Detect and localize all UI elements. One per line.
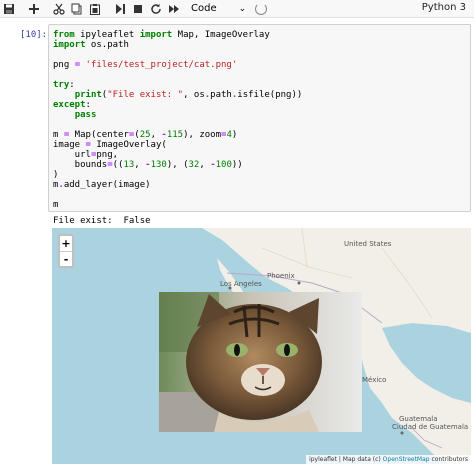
- chevron-down-icon: ⌄: [238, 3, 247, 14]
- zoom-control: + -: [58, 234, 74, 268]
- map-attribution: ipyleaflet | Map data (c) OpenStreetMap …: [306, 455, 471, 464]
- openstreetmap-link[interactable]: OpenStreetMap: [383, 456, 430, 463]
- code-line: url=png,: [53, 150, 119, 160]
- code-line: pass: [74, 110, 97, 120]
- restart-icon: [150, 3, 161, 14]
- cell-type-select[interactable]: Code ⌄: [191, 1, 246, 17]
- restart-run-all-icon: [168, 4, 179, 13]
- cell-type-label: Code: [191, 3, 217, 14]
- cut-button[interactable]: [50, 1, 67, 17]
- code-line: m: [53, 200, 59, 210]
- code-line: print("File exist: ", os.path.isfile(png…: [74, 90, 303, 100]
- code-line: import os.path: [53, 40, 129, 50]
- code-text: from ipyleaflet import Map, ImageOverlay…: [53, 30, 302, 210]
- cut-icon: [52, 3, 65, 15]
- cat-image-overlay: [159, 292, 362, 432]
- notebook-toolbar: Code ⌄ Python 3: [0, 0, 474, 18]
- paste-icon: [89, 3, 100, 15]
- cell-prompt: [10]:: [20, 30, 48, 40]
- stop-button[interactable]: [129, 1, 146, 17]
- map-label-united-states: United States: [344, 240, 392, 248]
- attribution-prefix: ipyleaflet | Map data (c): [309, 456, 383, 463]
- paste-button[interactable]: [86, 1, 103, 17]
- map-label-phoenix: Phoenix: [267, 272, 295, 280]
- run-button[interactable]: [111, 1, 128, 17]
- zoom-in-button[interactable]: +: [60, 236, 72, 251]
- code-line: image = ImageOverlay(: [53, 140, 167, 150]
- code-cell-editor[interactable]: from ipyleaflet import Map, ImageOverlay…: [48, 24, 471, 212]
- save-icon: [3, 3, 14, 14]
- add-cell-icon: [28, 3, 39, 14]
- cell-output-text: File exist: False: [53, 216, 151, 226]
- run-icon: [115, 3, 125, 14]
- restart-button[interactable]: [147, 1, 164, 17]
- leaflet-map[interactable]: United States Phoenix Los Angeles México…: [52, 228, 471, 464]
- restart-run-all-button[interactable]: [165, 1, 182, 17]
- code-line: png = 'files/test_project/cat.png': [53, 60, 238, 70]
- code-line: bounds=((13, -130), (32, -100)): [53, 160, 243, 170]
- code-line: ): [53, 170, 59, 180]
- cat-image: [159, 292, 362, 432]
- kernel-status-icon: [255, 2, 267, 15]
- code-line: m = Map(center=(25, -115), zoom=4): [53, 130, 238, 140]
- code-line: m.add_layer(image): [53, 180, 151, 190]
- copy-button[interactable]: [68, 1, 85, 17]
- map-label-mexico: México: [362, 376, 387, 384]
- map-label-city-guatemala: Ciudad de Guatemala: [392, 423, 469, 431]
- stop-icon: [133, 4, 142, 13]
- code-line: except:: [53, 100, 91, 110]
- copy-icon: [71, 3, 81, 14]
- code-line: try:: [53, 80, 75, 90]
- kernel-name[interactable]: Python 3: [422, 2, 466, 13]
- zoom-out-button[interactable]: -: [60, 251, 72, 266]
- add-cell-button[interactable]: [25, 1, 42, 17]
- code-line: from ipyleaflet import Map, ImageOverlay: [53, 30, 270, 40]
- save-button[interactable]: [0, 1, 17, 17]
- attribution-suffix: contributors: [429, 456, 469, 463]
- map-label-los-angeles: Los Angeles: [220, 280, 262, 288]
- map-label-guatemala: Guatemala: [399, 415, 438, 423]
